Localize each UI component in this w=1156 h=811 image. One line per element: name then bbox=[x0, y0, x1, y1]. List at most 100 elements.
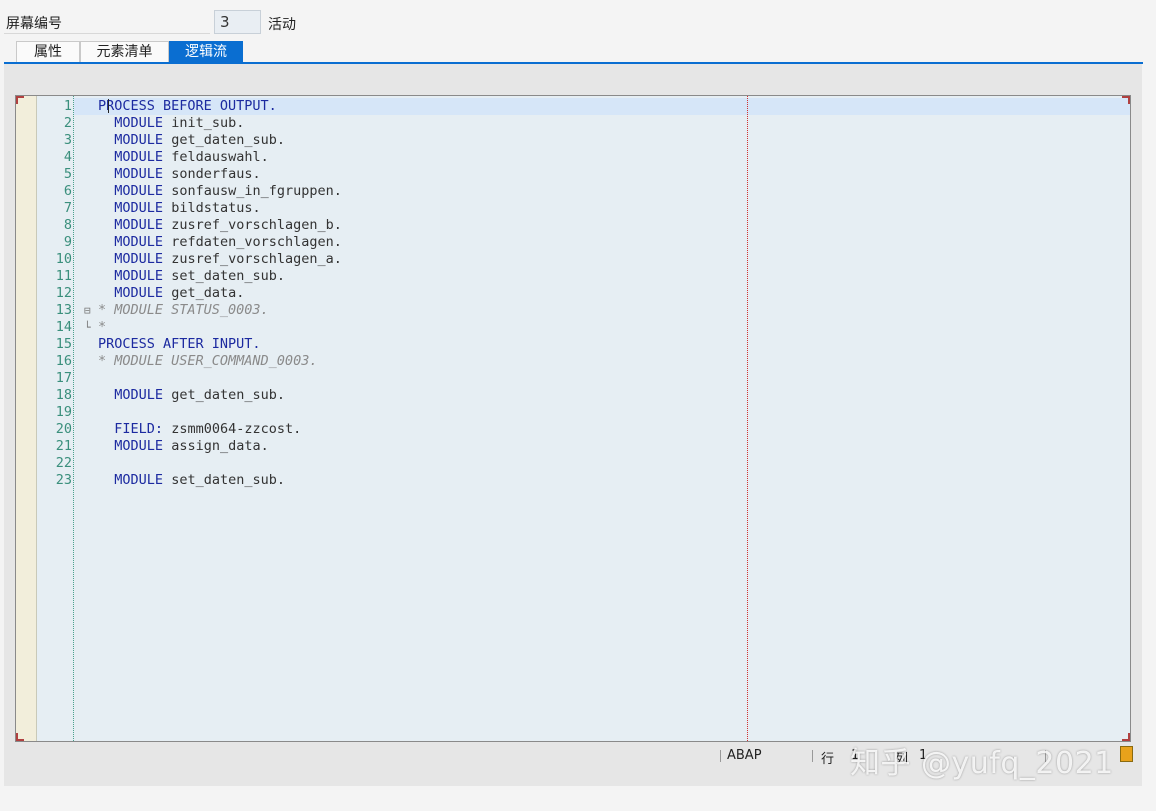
tab-element-list[interactable]: 元素清单 bbox=[80, 41, 169, 62]
comment: * MODULE USER_COMMAND_0003. bbox=[98, 353, 318, 369]
status-separator bbox=[812, 750, 813, 762]
code-line[interactable]: 6 MODULE sonfausw_in_fgruppen. bbox=[16, 183, 1126, 200]
status-text: 活动 bbox=[268, 17, 296, 33]
identifier: init_sub. bbox=[171, 115, 245, 131]
code-line[interactable]: 3 MODULE get_daten_sub. bbox=[16, 132, 1126, 149]
line-number: 13 bbox=[55, 302, 72, 318]
code-text: MODULE zusref_vorschlagen_b. bbox=[98, 217, 342, 234]
code-text: MODULE bildstatus. bbox=[98, 200, 260, 217]
code-line[interactable]: 2 MODULE init_sub. bbox=[16, 115, 1126, 132]
line-number: 16 bbox=[55, 353, 72, 369]
line-number: 11 bbox=[55, 268, 72, 284]
identifier: sonfausw_in_fgruppen. bbox=[171, 183, 342, 199]
code-text: MODULE refdaten_vorschlagen. bbox=[98, 234, 342, 251]
keyword: MODULE bbox=[114, 268, 164, 284]
text-caret bbox=[108, 99, 109, 113]
bookmark-icon[interactable] bbox=[1120, 746, 1133, 762]
row-label: 行 bbox=[821, 752, 835, 767]
code-line[interactable]: 11 MODULE set_daten_sub. bbox=[16, 268, 1126, 285]
screen-number-label: 屏幕编号 bbox=[6, 16, 62, 32]
code-text: MODULE init_sub. bbox=[98, 115, 244, 132]
tab-flow-logic[interactable]: 逻辑流 bbox=[169, 41, 243, 62]
fold-marker-icon[interactable]: ⊟ bbox=[84, 302, 91, 319]
line-number: 22 bbox=[55, 455, 72, 471]
screen-number-field[interactable]: 3 bbox=[214, 10, 261, 34]
code-line[interactable]: 5 MODULE sonderfaus. bbox=[16, 166, 1126, 183]
tab-attributes[interactable]: 属性 bbox=[16, 41, 80, 62]
identifier: get_daten_sub. bbox=[171, 132, 285, 148]
line-number: 17 bbox=[55, 370, 72, 386]
keyword: PROCESS AFTER INPUT. bbox=[98, 336, 261, 352]
code-line[interactable]: 10 MODULE zusref_vorschlagen_a. bbox=[16, 251, 1126, 268]
line-number: 8 bbox=[63, 217, 72, 233]
code-line[interactable]: 4 MODULE feldauswahl. bbox=[16, 149, 1126, 166]
keyword: MODULE bbox=[114, 200, 164, 216]
keyword: MODULE bbox=[114, 132, 164, 148]
code-text: FIELD: zsmm0064-zzcost. bbox=[98, 421, 301, 438]
line-number: 3 bbox=[63, 132, 72, 148]
code-line[interactable]: 16 * MODULE USER_COMMAND_0003. bbox=[16, 353, 1126, 370]
code-line[interactable]: 21 MODULE assign_data. bbox=[16, 438, 1126, 455]
line-number: 2 bbox=[63, 115, 72, 131]
tab-strip: 属性 元素清单 逻辑流 bbox=[16, 41, 243, 62]
code-text: MODULE assign_data. bbox=[98, 438, 269, 455]
identifier: get_daten_sub. bbox=[171, 387, 285, 403]
code-line[interactable]: 13 ⊟ * MODULE STATUS_0003. bbox=[16, 302, 1126, 319]
line-number: 14 bbox=[55, 319, 72, 335]
identifier: sonderfaus. bbox=[171, 166, 261, 182]
code-text: PROCESS AFTER INPUT. bbox=[98, 336, 261, 353]
editor-corner-bottom-right bbox=[1122, 733, 1130, 741]
keyword: MODULE bbox=[114, 472, 164, 488]
identifier: feldauswahl. bbox=[171, 149, 269, 165]
line-number: 20 bbox=[55, 421, 72, 437]
code-text: MODULE feldauswahl. bbox=[98, 149, 269, 166]
code-editor[interactable]: 1 PROCESS BEFORE OUTPUT. 2 MODULE init_sub… bbox=[15, 95, 1131, 742]
code-text: * MODULE USER_COMMAND_0003. bbox=[98, 353, 317, 370]
code-text: MODULE set_daten_sub. bbox=[98, 472, 285, 489]
code-line[interactable]: 9 MODULE refdaten_vorschlagen. bbox=[16, 234, 1126, 251]
line-number: 7 bbox=[63, 200, 72, 216]
code-text: MODULE sonderfaus. bbox=[98, 166, 261, 183]
code-line[interactable]: 12 MODULE get_data. bbox=[16, 285, 1126, 302]
keyword: MODULE bbox=[114, 234, 164, 250]
line-number: 6 bbox=[63, 183, 72, 199]
line-number: 1 bbox=[63, 98, 72, 114]
code-line[interactable]: 1 PROCESS BEFORE OUTPUT. bbox=[16, 98, 1126, 115]
code-line[interactable]: 17 bbox=[16, 370, 1126, 387]
code-text: * MODULE STATUS_0003. bbox=[98, 302, 269, 319]
keyword: MODULE bbox=[114, 115, 164, 131]
keyword: MODULE bbox=[114, 251, 164, 267]
code-line[interactable]: 7 MODULE bildstatus. bbox=[16, 200, 1126, 217]
line-number: 9 bbox=[63, 234, 72, 250]
line-number: 21 bbox=[55, 438, 72, 454]
code-line[interactable]: 20 FIELD: zsmm0064-zzcost. bbox=[16, 421, 1126, 438]
code-line[interactable]: 15 PROCESS AFTER INPUT. bbox=[16, 336, 1126, 353]
identifier: get_data. bbox=[171, 285, 245, 301]
keyword: MODULE bbox=[114, 285, 164, 301]
code-text: MODULE zusref_vorschlagen_a. bbox=[98, 251, 342, 268]
line-number: 12 bbox=[55, 285, 72, 301]
identifier: zsmm0064-zzcost. bbox=[171, 421, 302, 437]
identifier: assign_data. bbox=[171, 438, 269, 454]
keyword: MODULE bbox=[114, 149, 164, 165]
identifier: set_daten_sub. bbox=[171, 472, 285, 488]
code-line[interactable]: 22 bbox=[16, 455, 1126, 472]
comment: * bbox=[98, 319, 107, 335]
code-line[interactable]: 8 MODULE zusref_vorschlagen_b. bbox=[16, 217, 1126, 234]
header-divider bbox=[4, 33, 210, 34]
line-number: 15 bbox=[55, 336, 72, 352]
code-text: MODULE get_data. bbox=[98, 285, 244, 302]
line-number: 10 bbox=[55, 251, 72, 267]
code-text: * bbox=[98, 319, 106, 336]
code-text: MODULE set_daten_sub. bbox=[98, 268, 285, 285]
code-line[interactable]: 23 MODULE set_daten_sub. bbox=[16, 472, 1126, 489]
code-line[interactable]: 18 MODULE get_daten_sub. bbox=[16, 387, 1126, 404]
identifier: zusref_vorschlagen_a. bbox=[171, 251, 342, 267]
fold-marker-icon[interactable]: └ bbox=[84, 319, 91, 336]
code-line[interactable]: 14 └ * bbox=[16, 319, 1126, 336]
language-indicator: ABAP bbox=[727, 748, 762, 763]
line-number: 4 bbox=[63, 149, 72, 165]
code-text: MODULE get_daten_sub. bbox=[98, 387, 285, 404]
code-line[interactable]: 19 bbox=[16, 404, 1126, 421]
keyword: MODULE bbox=[114, 166, 164, 182]
